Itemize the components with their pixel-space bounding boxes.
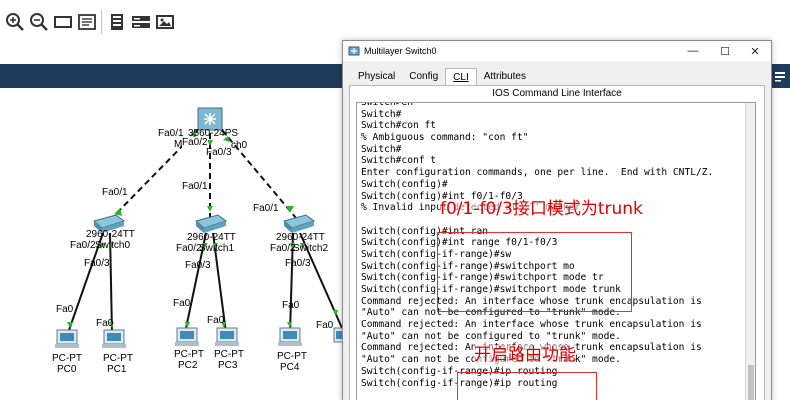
pc0-icon xyxy=(55,329,79,348)
zoom-in-icon[interactable] xyxy=(4,11,26,33)
sw2-fa03-label: Fa0/3 xyxy=(285,258,311,269)
note-icon[interactable] xyxy=(76,11,98,33)
pc2-fa0-label: Fa0 xyxy=(173,298,191,309)
console-line: % Ambiguous command: "con ft" xyxy=(361,132,529,144)
pc4-icon xyxy=(278,327,302,346)
workspace-scroll-icon[interactable] xyxy=(770,64,790,88)
pc1-type-label: PC-PT xyxy=(103,353,133,364)
switch1-icon xyxy=(194,214,228,233)
tab-physical[interactable]: Physical xyxy=(351,68,402,86)
routing-annotation: 开启路由功能 xyxy=(474,345,576,365)
ms-fa02-label: Fa0/2 xyxy=(182,137,208,148)
routing-highlight-box xyxy=(457,372,597,400)
pc0-name-label: PC0 xyxy=(57,364,77,375)
panel-title: IOS Command Line Interface xyxy=(492,88,622,99)
router-icon[interactable] xyxy=(130,11,152,33)
sw1-fa02-label: Fa0/2 xyxy=(176,243,202,254)
sw1-name-label: Switch1 xyxy=(199,243,235,254)
pc1-fa0-label: Fa0 xyxy=(96,318,114,329)
pc1-icon xyxy=(102,329,126,348)
pc3-fa0-label: Fa0 xyxy=(207,315,225,326)
sw0-model-label: 2960-24TT xyxy=(86,229,135,240)
console-line: "Auto" can not be configured to "trunk" … xyxy=(361,330,621,342)
ms-fa03-label: Fa0/3 xyxy=(206,147,232,158)
switch-app-icon xyxy=(348,46,360,56)
sw2-model-label: 2960-24TT xyxy=(276,232,325,243)
window-tabs: Physical Config CLI Attributes xyxy=(351,68,533,86)
pc2-type-label: PC-PT xyxy=(174,349,204,360)
sw1-model-label: 2960-24TT xyxy=(187,232,236,243)
console-line: Switch#conf t xyxy=(361,155,437,167)
pc3-name-label: PC3 xyxy=(218,360,238,371)
pc3-type-label: PC-PT xyxy=(214,349,244,360)
tab-attributes[interactable]: Attributes xyxy=(477,68,533,86)
switch2-icon xyxy=(282,214,316,233)
console-scrollbar[interactable] xyxy=(745,103,755,400)
tab-cli-label: CLI xyxy=(453,72,469,83)
sw1-fa01-label: Fa0/1 xyxy=(182,181,208,192)
sw2-name-label: Switch2 xyxy=(293,243,329,254)
sw0-fa03-label: Fa0/3 xyxy=(84,258,110,269)
device-palette-icon[interactable] xyxy=(106,11,128,33)
console-line: Switch#con ft xyxy=(361,120,437,132)
sw2-fa02-label: Fa0/2 xyxy=(270,243,296,254)
sw0-name-label: Switch0 xyxy=(95,240,131,251)
image-icon[interactable] xyxy=(154,11,176,33)
scrollbar-thumb[interactable] xyxy=(748,365,754,400)
pc4-name-label: PC4 xyxy=(280,362,300,373)
topology-canvas[interactable]: Fa0/1 3560-24PS M Fa0/2 ch0 Fa0/3 Fa0/1 … xyxy=(0,88,343,400)
console-line: Switch(config)# xyxy=(361,178,448,190)
ms-name-suffix-label: ch0 xyxy=(231,140,248,151)
sw0-fa01-label: Fa0/1 xyxy=(102,187,128,198)
console-line: Command rejected: An interface whose tru… xyxy=(361,319,702,331)
packet-tracer-screen: Fa0/1 3560-24PS M Fa0/2 ch0 Fa0/3 Fa0/1 … xyxy=(0,0,790,400)
maximize-button[interactable]: ☐ xyxy=(711,43,739,59)
trunk-annotation: f0/1-f0/3接口模式为trunk xyxy=(440,199,643,219)
pc5-fa0-label: Fa0 xyxy=(316,320,334,331)
console-line: Switch# xyxy=(361,108,402,120)
close-button[interactable]: ✕ xyxy=(741,43,769,59)
sw0-fa02-label: Fa0/2 xyxy=(70,240,96,251)
zoom-out-icon[interactable] xyxy=(28,11,50,33)
multilayer-switch-icon xyxy=(197,107,223,131)
console-line: Enter configuration commands, one per li… xyxy=(361,167,714,179)
pc2-name-label: PC2 xyxy=(178,360,198,371)
pc2-icon xyxy=(175,327,199,346)
console-line: Switch>en xyxy=(361,102,413,108)
sw1-fa03-label: Fa0/3 xyxy=(185,260,211,271)
ms-fa01-label: Fa0/1 xyxy=(158,128,184,139)
minimize-button[interactable]: — xyxy=(679,43,707,59)
sw2-fa01-label: Fa0/1 xyxy=(253,203,279,214)
pc1-name-label: PC1 xyxy=(107,364,127,375)
pc0-type-label: PC-PT xyxy=(52,353,82,364)
rectangle-icon[interactable] xyxy=(52,11,74,33)
tab-config[interactable]: Config xyxy=(402,68,445,86)
tab-cli[interactable]: CLI xyxy=(445,68,477,86)
pc0-fa0-label: Fa0 xyxy=(56,304,74,315)
console-line: Switch# xyxy=(361,143,402,155)
window-title: Multilayer Switch0 xyxy=(364,46,437,56)
pc3-icon xyxy=(215,327,239,346)
pc4-fa0-label: Fa0 xyxy=(282,300,300,311)
pc4-type-label: PC-PT xyxy=(277,351,307,362)
toolbar-divider xyxy=(101,10,102,34)
trunk-highlight-box xyxy=(437,232,632,312)
